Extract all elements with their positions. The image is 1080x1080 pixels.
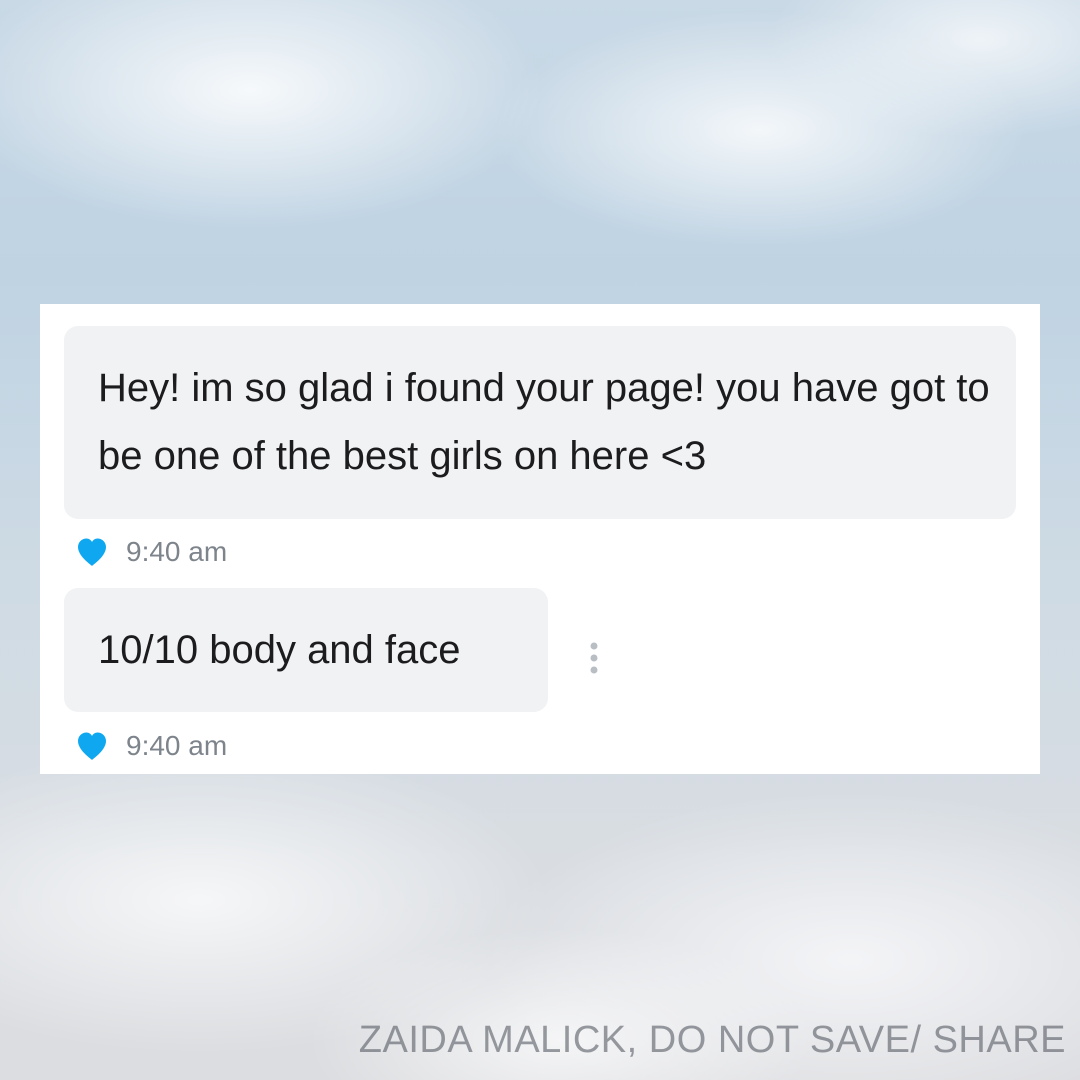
message-bubble[interactable]: 10/10 body and face xyxy=(64,588,548,712)
message-thread-card: Hey! im so glad i found your page! you h… xyxy=(40,304,1040,774)
message-meta: 9:40 am xyxy=(76,728,227,764)
watermark-text: ZAIDA MALICK, DO NOT SAVE/ SHARE xyxy=(358,1019,1066,1061)
heart-icon[interactable] xyxy=(76,537,108,567)
message-bubble[interactable]: Hey! im so glad i found your page! you h… xyxy=(64,326,1016,519)
message-text: Hey! im so glad i found your page! you h… xyxy=(98,366,990,478)
message-timestamp: 9:40 am xyxy=(126,536,228,567)
message-timestamp: 9:40 am xyxy=(126,730,228,761)
message-text: 10/10 body and face xyxy=(98,628,461,672)
heart-icon[interactable] xyxy=(76,731,108,761)
more-vertical-icon[interactable] xyxy=(584,640,604,680)
message-meta: 9:40 am xyxy=(76,534,227,570)
